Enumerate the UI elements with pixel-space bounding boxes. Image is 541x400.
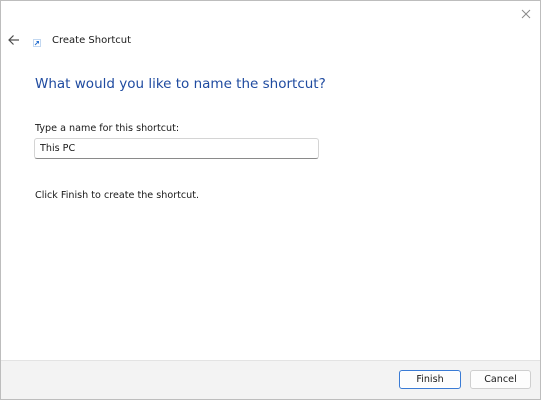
window-title: Create Shortcut — [52, 35, 131, 46]
page-heading: What would you like to name the shortcut… — [35, 76, 326, 92]
shortcut-name-label: Type a name for this shortcut: — [35, 123, 180, 134]
shortcut-name-input[interactable] — [34, 138, 319, 159]
close-icon[interactable] — [519, 7, 533, 21]
finish-button[interactable]: Finish — [399, 370, 461, 389]
finish-instruction-text: Click Finish to create the shortcut. — [35, 190, 200, 201]
back-arrow-icon[interactable] — [7, 33, 21, 47]
create-shortcut-dialog: Create Shortcut What would you like to n… — [0, 0, 541, 400]
dialog-footer: Finish Cancel — [1, 360, 540, 399]
shortcut-app-icon — [33, 39, 41, 47]
cancel-button[interactable]: Cancel — [470, 370, 531, 389]
